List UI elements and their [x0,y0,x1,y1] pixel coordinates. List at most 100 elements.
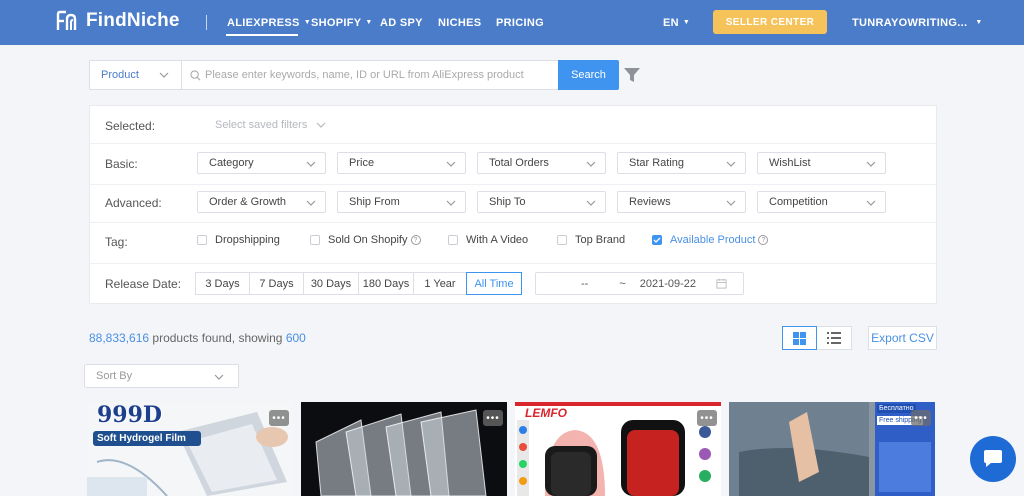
chevron-down-icon [866,200,876,206]
tag-label-text: With A Video [466,234,529,246]
filter-panel: Selected: Select saved filters Basic: Ca… [89,105,937,304]
reviews-dropdown[interactable]: Reviews [617,191,746,213]
checkbox[interactable] [448,235,458,245]
search-bar: Product [89,60,619,90]
chat-support-button[interactable] [970,436,1016,482]
more-options-icon[interactable]: ••• [911,410,931,426]
nav-ad-spy-label: AD SPY [380,16,423,29]
tag-with-a-video[interactable]: With A Video [448,234,528,246]
checkbox[interactable] [557,235,567,245]
dropdown-label: Total Orders [489,157,549,169]
dropdown-label: Competition [769,196,828,208]
nav-ad-spy[interactable]: AD SPY [380,0,423,45]
release-30-days[interactable]: 30 Days [303,272,359,295]
checkbox-checked[interactable] [652,235,662,245]
help-icon[interactable]: ? [758,235,769,245]
chevron-down-icon [726,200,736,206]
product-image [301,402,507,496]
tag-top-brand[interactable]: Top Brand [557,234,625,246]
product-card[interactable]: 999D Soft Hydrogel Film ••• [87,402,293,496]
sort-by-label: Sort By [96,370,133,382]
nav-niches[interactable]: NICHES [438,0,481,45]
nav-aliexpress[interactable]: ALIEXPRESS ▼ [227,0,311,45]
user-menu[interactable]: TUNRAYOWRITING... ▼ [852,0,983,45]
dropdown-label: Price [349,157,375,169]
sort-by-select[interactable]: Sort By [84,364,239,388]
release-3-days[interactable]: 3 Days [195,272,250,295]
tag-available-product[interactable]: Available Product? [652,234,769,246]
chevron-down-icon [316,122,326,128]
product-card[interactable]: LEMFO ••• [515,402,721,496]
wishlist-dropdown[interactable]: WishList [757,152,886,174]
nav-pricing-label: PRICING [496,16,544,29]
date-to: 2021-09-22 [639,277,697,290]
chevron-down-icon [306,161,316,167]
check-icon [653,237,661,243]
ship-to-dropdown[interactable]: Ship To [477,191,606,213]
tag-sold-on-shopify[interactable]: Sold On Shopify? [310,234,421,246]
date-range-picker[interactable]: -- ~ 2021-09-22 [535,272,744,295]
price-dropdown[interactable]: Price [337,152,466,174]
caret-down-icon: ▼ [682,19,691,26]
top-navbar: FindNiche ALIEXPRESS ▼ SHOPIFY ▼ AD SPY NI… [0,0,1024,45]
competition-dropdown[interactable]: Competition [757,191,886,213]
seller-center-button[interactable]: SELLER CENTER [713,10,827,34]
results-middle-text: products found, showing [149,331,286,345]
dropdown-label: Category [209,157,254,169]
order-growth-dropdown[interactable]: Order & Growth [197,191,326,213]
ship-from-dropdown[interactable]: Ship From [337,191,466,213]
language-selector[interactable]: EN ▼ [663,0,690,45]
more-options-icon[interactable]: ••• [697,410,717,426]
release-all-time[interactable]: All Time [466,272,522,295]
chevron-down-icon [726,161,736,167]
release-date-tabs: 3 Days 7 Days 30 Days 180 Days 1 Year Al… [195,272,522,295]
results-showing: 600 [285,331,306,345]
checkbox[interactable] [197,235,207,245]
release-180-days[interactable]: 180 Days [358,272,414,295]
chevron-down-icon [586,161,596,167]
star-rating-dropdown[interactable]: Star Rating [617,152,746,174]
dropdown-label: Order & Growth [209,196,287,208]
caret-down-icon: ▼ [303,19,311,26]
help-icon[interactable]: ? [410,235,421,245]
tag-label-text: Dropshipping [215,234,280,246]
search-button[interactable]: Search [558,60,619,90]
brand-logo[interactable]: FindNiche [56,10,180,32]
product-card[interactable]: Бесплатно Free shipping ••• [729,402,935,496]
filter-funnel-icon[interactable] [623,66,641,84]
nav-pricing[interactable]: PRICING [496,0,544,45]
advanced-label: Advanced: [105,196,162,210]
chevron-down-icon [306,200,316,206]
total-orders-dropdown[interactable]: Total Orders [477,152,606,174]
search-input[interactable] [205,69,545,81]
search-input-wrap [182,61,618,89]
date-separator: ~ [619,277,626,290]
product-subtitle-art: Soft Hydrogel Film [97,433,186,444]
chevron-down-icon [586,200,596,206]
chat-icon [984,450,1002,467]
view-toggle [782,326,852,350]
release-1-year[interactable]: 1 Year [413,272,467,295]
saved-filters-select[interactable]: Select saved filters [215,119,326,131]
tag-dropshipping[interactable]: Dropshipping [197,234,280,246]
nav-shopify[interactable]: SHOPIFY ▼ [311,0,373,45]
nav-separator [206,15,207,30]
more-options-icon[interactable]: ••• [483,410,503,426]
product-title-art: LEMFO [525,406,567,420]
category-dropdown[interactable]: Category [197,152,326,174]
search-type-select[interactable]: Product [90,61,182,89]
export-csv-button[interactable]: Export CSV [868,326,937,350]
product-card[interactable]: ••• [301,402,507,496]
checkbox[interactable] [310,235,320,245]
calendar-icon [716,278,727,289]
results-summary: 88,833,616 products found, showing 600 [89,331,306,345]
chevron-down-icon [866,161,876,167]
findniche-logo-icon [56,10,77,30]
list-view-button[interactable] [817,327,851,349]
saved-filters-label: Select saved filters [215,119,308,131]
more-options-icon[interactable]: ••• [269,410,289,426]
release-7-days[interactable]: 7 Days [249,272,304,295]
nav-niches-label: NICHES [438,16,482,29]
tag-label-text: Top Brand [575,234,626,246]
grid-view-button[interactable] [782,326,818,350]
